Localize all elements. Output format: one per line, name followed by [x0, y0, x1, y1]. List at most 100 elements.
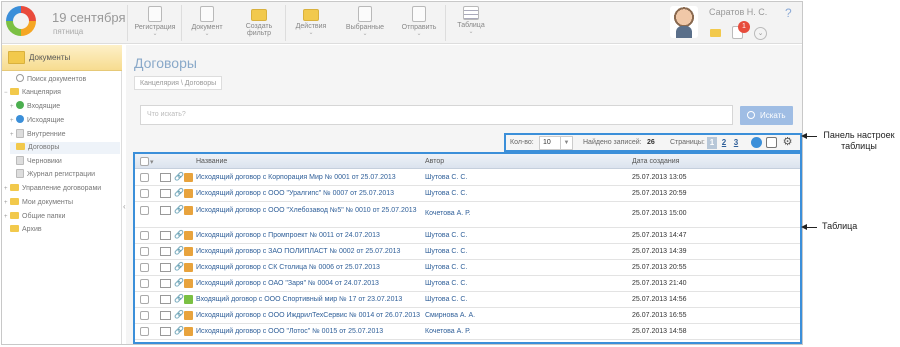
- toolbar-actions-button[interactable]: Действия ⌄: [288, 4, 334, 42]
- toolbar-selected-button[interactable]: Выбранные ⌄: [342, 4, 388, 42]
- row-author-link[interactable]: Кочетова А. Р.: [425, 328, 470, 335]
- sidebar-item-10[interactable]: + Общие папки: [4, 211, 120, 223]
- row-name-link[interactable]: Исходящий договор с ООО Ижд­рилТехСервис…: [196, 311, 424, 320]
- breadcrumb[interactable]: Канцелярия \ Договоры: [134, 76, 223, 90]
- qty-select[interactable]: 10 ▼: [539, 136, 573, 150]
- row-name-link[interactable]: Исходящий договор с ОАО "Заря" № 0004 от…: [196, 279, 424, 288]
- attachment-icon[interactable]: 🔗: [174, 326, 184, 335]
- table-row[interactable]: 🔗 Исходящий договор с Промпроект № 0011 о…: [135, 228, 800, 244]
- row-author-link[interactable]: Шутова С. С.: [425, 174, 467, 181]
- row-checkbox[interactable]: [140, 173, 149, 182]
- attachment-icon[interactable]: 🔗: [174, 278, 184, 287]
- chevron-down-icon[interactable]: ⌄: [754, 27, 767, 40]
- sidebar-item-1[interactable]: − Канцелярия: [4, 87, 120, 99]
- row-name-link[interactable]: Исходящий договор с Промпроект № 0011 от…: [196, 231, 424, 240]
- page-2-link[interactable]: 2: [719, 137, 729, 149]
- attachment-icon[interactable]: 🔗: [174, 230, 184, 239]
- table-row[interactable]: 🔗 Исходящий договор с ООО Ижд­рилТехСерви…: [135, 308, 800, 324]
- toolbar-send-button[interactable]: Отправить ⌄: [396, 4, 442, 42]
- page-1-link[interactable]: 1: [707, 137, 717, 149]
- row-name-link[interactable]: Исходящий договор с ООО "Лотос" № 0015 о…: [196, 327, 424, 336]
- sidebar-item-7[interactable]: Журнал регистрации: [10, 169, 120, 181]
- row-name-link[interactable]: Исходящий договор с ООО "Хлебозавод №5" …: [196, 206, 424, 215]
- column-header-date[interactable]: Дата создания: [632, 158, 679, 165]
- row-checkbox[interactable]: [140, 327, 149, 336]
- row-menu-icon[interactable]: [160, 279, 171, 288]
- row-name-link[interactable]: Исходящий договор с ООО "Уралгипс" № 000…: [196, 189, 424, 198]
- row-checkbox[interactable]: [140, 189, 149, 198]
- attachment-icon[interactable]: 🔗: [174, 172, 184, 181]
- sidebar-item-6[interactable]: Черновики: [10, 156, 120, 168]
- column-header-author[interactable]: Автор: [425, 158, 444, 165]
- row-author-link[interactable]: Кочетова А. Р.: [425, 210, 470, 217]
- row-author-link[interactable]: Шутова С. С.: [425, 190, 467, 197]
- row-menu-icon[interactable]: [160, 173, 171, 182]
- row-name-link[interactable]: Исходящий договор с ЗАО ПОЛИПЛАСТ № 0002…: [196, 247, 424, 256]
- gear-icon[interactable]: ⚙: [782, 137, 793, 148]
- table-row[interactable]: 🔗 Исходящий договор с ООО "Уралгипс" № 00…: [135, 186, 800, 202]
- sidebar-item-0[interactable]: Поиск документов: [10, 74, 120, 86]
- row-checkbox[interactable]: [140, 311, 149, 320]
- row-menu-icon[interactable]: [160, 295, 171, 304]
- row-menu-icon[interactable]: [160, 231, 171, 240]
- user-name[interactable]: Саратов Н. С.: [709, 7, 767, 17]
- row-name-link[interactable]: Исходящий договор с Корпорация Мир № 000…: [196, 173, 424, 182]
- expand-icon[interactable]: +: [10, 101, 16, 113]
- print-icon[interactable]: [766, 137, 777, 148]
- row-author-link[interactable]: Шутова С. С.: [425, 296, 467, 303]
- user-avatar[interactable]: [670, 6, 698, 38]
- row-author-link[interactable]: Шутова С. С.: [425, 280, 467, 287]
- attachment-icon[interactable]: 🔗: [174, 246, 184, 255]
- table-row[interactable]: 🔗 Исходящий договор с Корпорация Мир № 00…: [135, 170, 800, 186]
- sidebar-item-11[interactable]: Архив: [4, 224, 120, 236]
- toolbar-create-filter-button[interactable]: Создать фильтр: [236, 4, 282, 42]
- row-checkbox[interactable]: [140, 247, 149, 256]
- row-menu-icon[interactable]: [160, 189, 171, 198]
- attachment-icon[interactable]: 🔗: [174, 188, 184, 197]
- row-menu-icon[interactable]: [160, 327, 171, 336]
- row-menu-icon[interactable]: [160, 263, 171, 272]
- column-header-name[interactable]: Название: [196, 158, 227, 165]
- chevron-down-icon[interactable]: ▾: [150, 158, 154, 166]
- table-row[interactable]: 🔗 Исходящий договор с ЗАО ПОЛИПЛАСТ № 000…: [135, 244, 800, 260]
- row-author-link[interactable]: Смирнова А. А.: [425, 312, 475, 319]
- table-row[interactable]: 🔗 Исходящий договор с СК Столица № 0006 о…: [135, 260, 800, 276]
- sidebar-header[interactable]: Документы: [2, 45, 122, 71]
- row-name-link[interactable]: Входящий договор с ООО Спортивный мир № …: [196, 295, 424, 304]
- select-all-checkbox[interactable]: [140, 157, 149, 166]
- search-input[interactable]: Что искать?: [140, 105, 733, 125]
- row-checkbox[interactable]: [140, 263, 149, 272]
- row-author-link[interactable]: Шутова С. С.: [425, 248, 467, 255]
- attachment-icon[interactable]: 🔗: [174, 294, 184, 303]
- page-3-link[interactable]: 3: [731, 137, 741, 149]
- toolbar-document-button[interactable]: Документ ⌄: [184, 4, 230, 42]
- table-row[interactable]: 🔗 Исходящий договор с ООО "Хлебозавод №5"…: [135, 202, 800, 228]
- toolbar-register-button[interactable]: Регистрация ⌄: [132, 4, 178, 42]
- sidebar-item-3[interactable]: + Исходящие: [10, 115, 120, 127]
- table-row[interactable]: 🔗 Входящий договор с ООО Спортивный мир №…: [135, 292, 800, 308]
- table-row[interactable]: 🔗 Исходящий договор с ОАО "Заря" № 0004 о…: [135, 276, 800, 292]
- mail-icon[interactable]: [710, 29, 721, 37]
- row-checkbox[interactable]: [140, 231, 149, 240]
- refresh-icon[interactable]: [751, 137, 762, 148]
- help-icon[interactable]: ?: [785, 6, 792, 20]
- table-row[interactable]: 🔗 Исходящий договор с ООО "Лотос" № 0015 …: [135, 324, 800, 340]
- row-name-link[interactable]: Исходящий договор с СК Столица № 0006 от…: [196, 263, 424, 272]
- row-menu-icon[interactable]: [160, 247, 171, 256]
- toolbar-table-button[interactable]: Таблица ⌄: [448, 4, 494, 42]
- attachment-icon[interactable]: 🔗: [174, 262, 184, 271]
- expand-icon[interactable]: +: [10, 115, 16, 127]
- attachment-icon[interactable]: 🔗: [174, 205, 184, 214]
- row-checkbox[interactable]: [140, 206, 149, 215]
- row-author-link[interactable]: Шутова С. С.: [425, 264, 467, 271]
- sidebar-item-5[interactable]: Договоры: [10, 142, 120, 154]
- search-button[interactable]: Искать: [740, 106, 793, 125]
- row-checkbox[interactable]: [140, 279, 149, 288]
- row-author-link[interactable]: Шутова С. С.: [425, 232, 467, 239]
- row-checkbox[interactable]: [140, 295, 149, 304]
- sidebar-item-4[interactable]: + Внутренние: [10, 129, 120, 141]
- row-menu-icon[interactable]: [160, 311, 171, 320]
- sidebar-item-9[interactable]: + Мои документы: [4, 197, 120, 209]
- sidebar-item-2[interactable]: + Входящие: [10, 101, 120, 113]
- sidebar-item-8[interactable]: + Управление договорами: [4, 183, 120, 195]
